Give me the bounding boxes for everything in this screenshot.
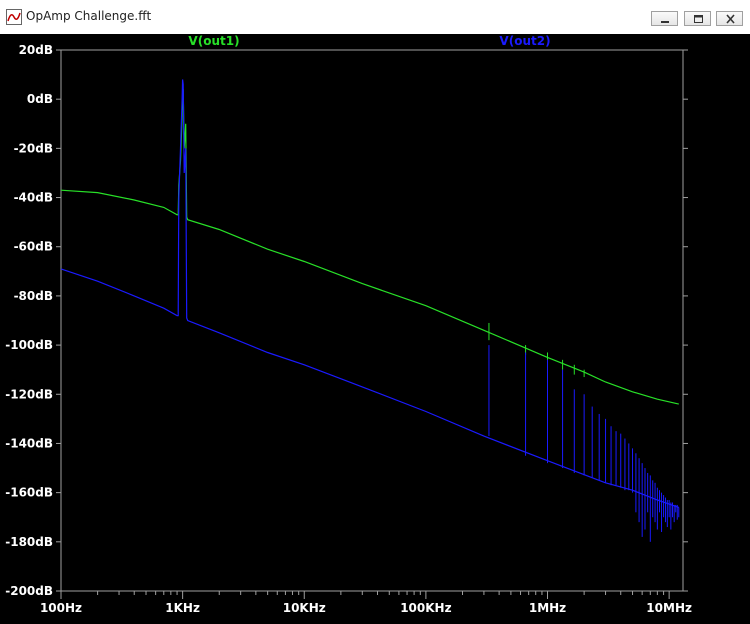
- y-tick-label: -80dB: [14, 289, 53, 303]
- x-tick-label: 1MHz: [529, 601, 566, 615]
- maximize-icon: [694, 15, 703, 23]
- y-tick-label: -40dB: [14, 191, 53, 205]
- y-tick-label: -180dB: [5, 535, 53, 549]
- plot-frame: [60, 49, 684, 592]
- traces-layer: [60, 79, 680, 542]
- y-tick-label: 20dB: [19, 43, 53, 57]
- y-tick-label: -60dB: [14, 240, 53, 254]
- x-tick-label: 10KHz: [283, 601, 326, 615]
- x-tick-label: 10MHz: [646, 601, 692, 615]
- y-tick-label: -200dB: [5, 584, 53, 598]
- x-tick-label: 100KHz: [400, 601, 451, 615]
- legend-label-2[interactable]: V(out2): [499, 34, 550, 48]
- close-button[interactable]: [716, 11, 743, 26]
- y-tick-label: -20dB: [14, 141, 53, 155]
- title-bar: OpAmp Challenge.fft: [0, 0, 750, 35]
- minimize-icon: [661, 21, 669, 23]
- maximize-button[interactable]: [684, 11, 711, 26]
- waveform-app-icon: [6, 9, 22, 25]
- window-title: OpAmp Challenge.fft: [26, 9, 152, 23]
- close-icon: [726, 14, 735, 24]
- y-tick-label: -160dB: [5, 486, 53, 500]
- y-tick-label: -100dB: [5, 338, 53, 352]
- minimize-button[interactable]: [651, 11, 678, 26]
- y-tick-label: -140dB: [5, 436, 53, 450]
- x-tick-label: 100Hz: [40, 601, 82, 615]
- legend-label-1[interactable]: V(out1): [188, 34, 239, 48]
- y-tick-label: 0dB: [27, 92, 53, 106]
- fft-plot[interactable]: 20dB 0dB -20dB -40dB -60dB -80dB -100dB -120dB -…: [0, 34, 750, 624]
- x-tick-label: 1KHz: [165, 601, 200, 615]
- series-line-2: [60, 79, 679, 508]
- y-tick-label: -120dB: [5, 387, 53, 401]
- labels-layer: 20dB 0dB -20dB -40dB -60dB -80dB -100dB -120dB -…: [5, 34, 692, 615]
- axes-layer: [56, 49, 688, 599]
- series-line-1: [60, 89, 679, 405]
